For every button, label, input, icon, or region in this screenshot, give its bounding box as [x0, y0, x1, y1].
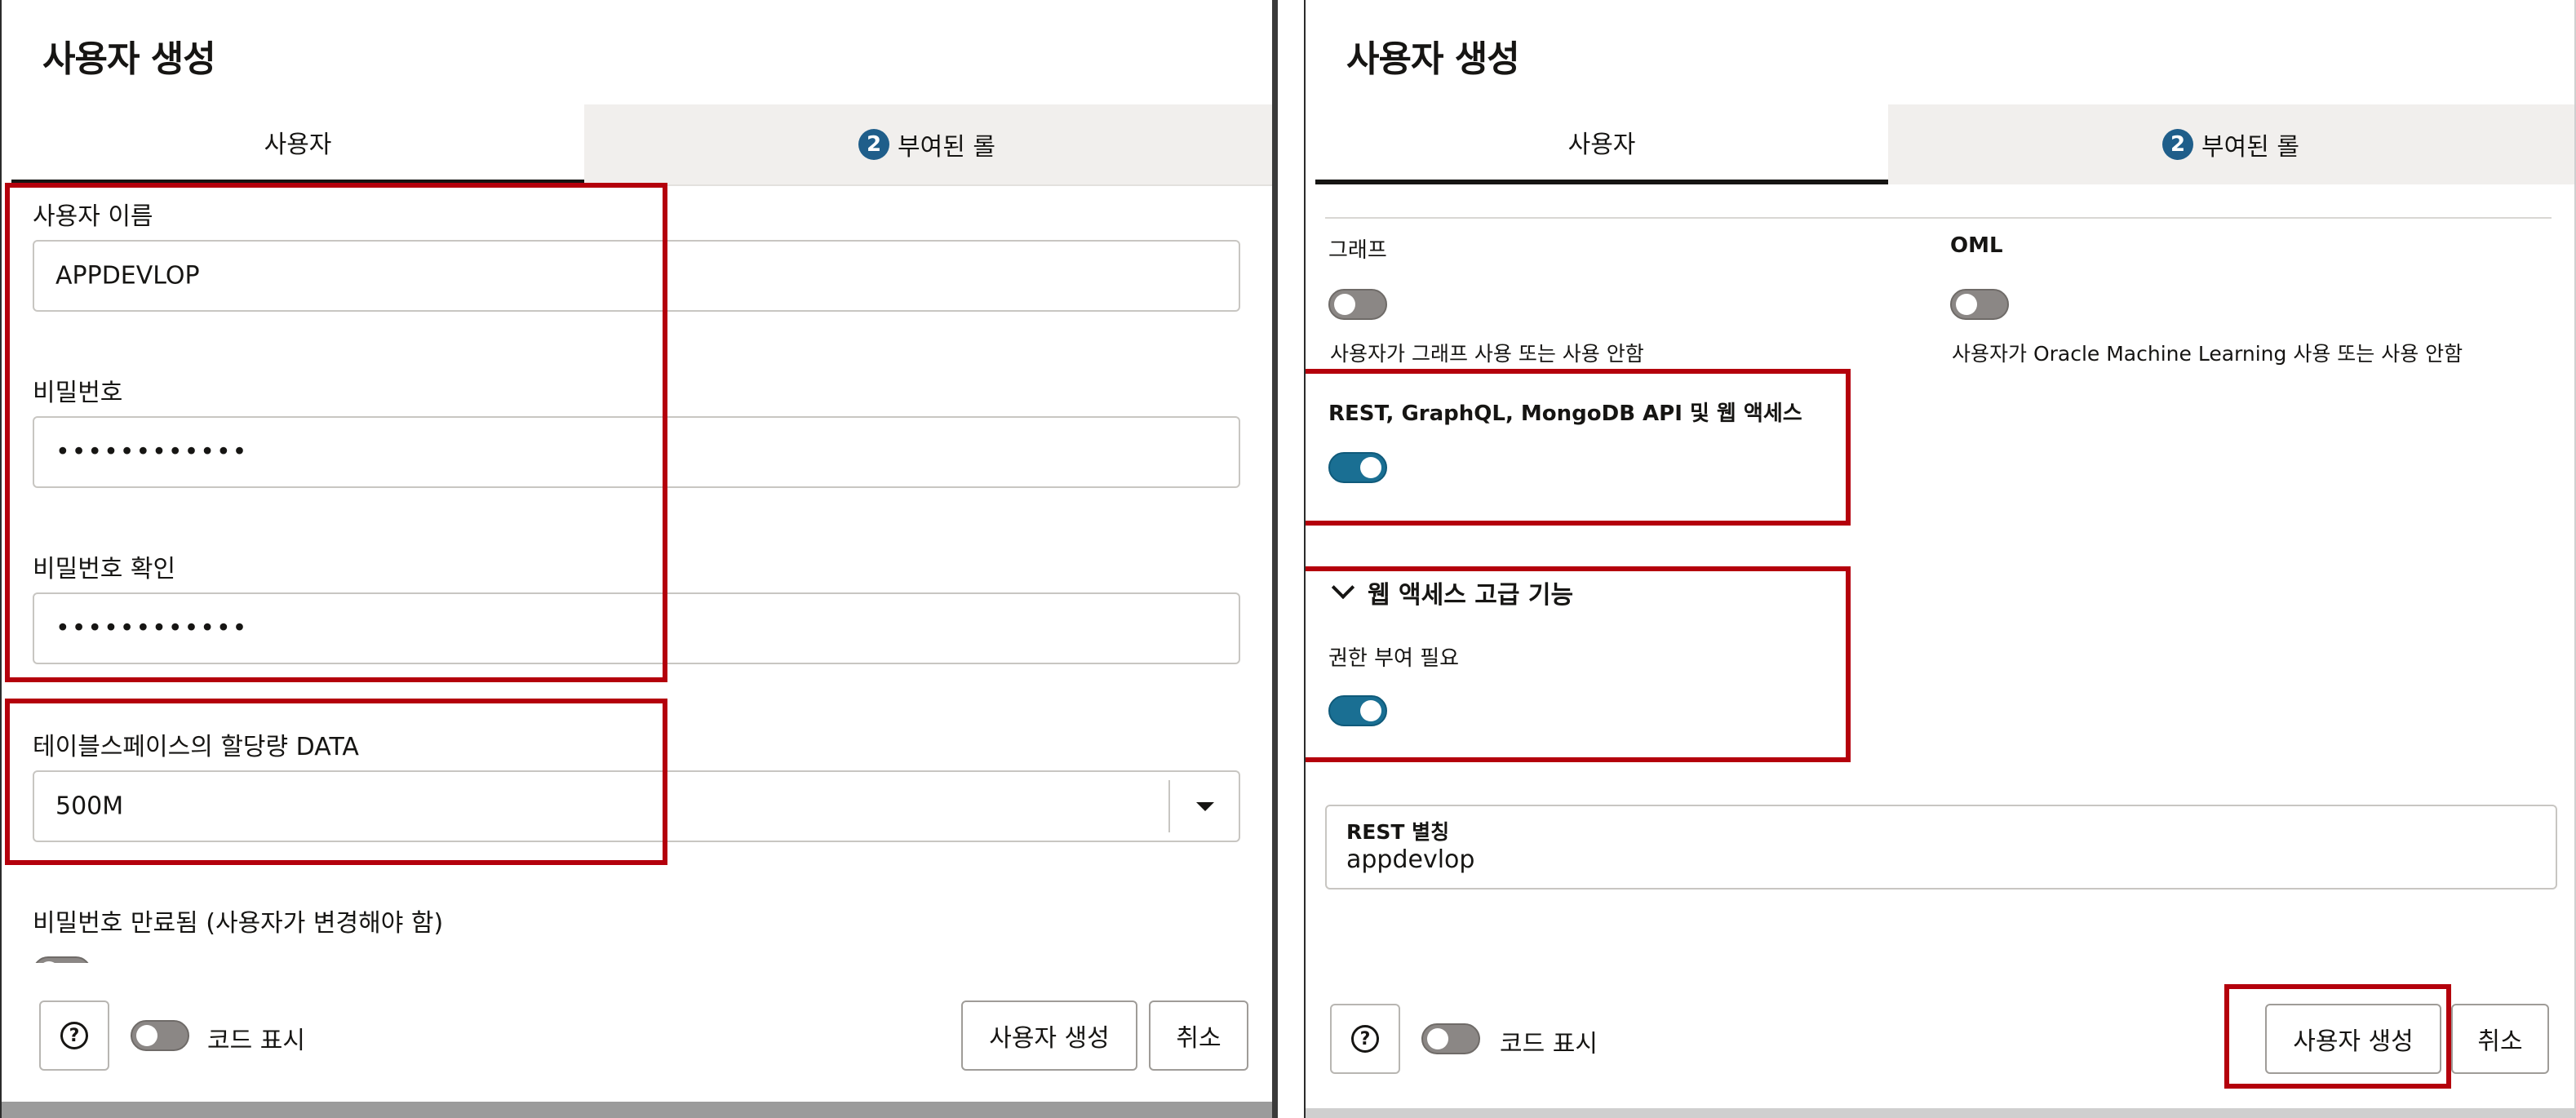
highlight-rest [1306, 369, 1851, 526]
create-user-dialog-right: 사용자 생성 사용자 2 부여된 롤 그래프 사용자가 그래프 사용 또는 사용… [1304, 0, 2576, 1118]
help-button[interactable]: ? [39, 1000, 109, 1071]
dialog-title: 사용자 생성 [1346, 38, 1520, 80]
roles-count-badge: 2 [2162, 129, 2194, 160]
section-divider [1325, 217, 2552, 219]
tab-granted-roles-label: 부여된 롤 [898, 133, 995, 162]
chevron-down-icon[interactable] [1196, 802, 1214, 811]
graph-toggle[interactable] [1328, 289, 1387, 320]
create-user-dialog-left: 사용자 생성 사용자 2 부여된 롤 사용자 이름 APPDEVLOP 비밀번호… [0, 0, 1278, 1118]
show-code-label: 코드 표시 [207, 1027, 305, 1055]
show-code-toggle[interactable] [1421, 1023, 1480, 1054]
tab-user-label: 사용자 [264, 131, 332, 159]
tab-bar: 사용자 2 부여된 롤 [11, 104, 1272, 184]
tab-granted-roles[interactable]: 2 부여된 롤 [584, 104, 1270, 184]
help-icon: ? [1351, 1025, 1379, 1053]
scrollbar-bottom [1306, 1108, 2574, 1118]
rest-alias-value: appdevlop [1346, 845, 1475, 874]
tab-granted-roles-label: 부여된 롤 [2201, 133, 2299, 162]
tab-user[interactable]: 사용자 [11, 104, 584, 184]
select-divider [1168, 780, 1170, 832]
create-user-button[interactable]: 사용자 생성 [961, 1000, 1137, 1071]
graph-desc: 사용자가 그래프 사용 또는 사용 안함 [1330, 342, 1644, 366]
roles-count-badge: 2 [858, 129, 890, 160]
password-expired-label: 비밀번호 만료됨 (사용자가 변경해야 함) [33, 909, 444, 938]
show-code-toggle[interactable] [131, 1020, 189, 1051]
graph-label: 그래프 [1328, 238, 1387, 263]
oml-label: OML [1950, 233, 2003, 258]
scrollbar-bottom [2, 1102, 1272, 1118]
oml-desc: 사용자가 Oracle Machine Learning 사용 또는 사용 안함 [1952, 342, 2463, 366]
oml-toggle[interactable] [1950, 289, 2009, 320]
help-icon: ? [60, 1022, 88, 1049]
highlight-quota [5, 699, 667, 865]
dialog-title: 사용자 생성 [42, 38, 216, 80]
dialog-footer: ? 코드 표시 사용자 생성 취소 [11, 963, 1272, 1110]
tab-granted-roles[interactable]: 2 부여된 롤 [1888, 104, 2574, 184]
tab-user[interactable]: 사용자 [1315, 104, 1888, 184]
help-button[interactable]: ? [1330, 1004, 1400, 1074]
tab-user-label: 사용자 [1567, 131, 1636, 159]
cancel-button[interactable]: 취소 [2451, 1004, 2549, 1074]
tab-bar: 사용자 2 부여된 롤 [1315, 104, 2574, 184]
cancel-button[interactable]: 취소 [1149, 1000, 1248, 1071]
rest-alias-input[interactable]: REST 별칭 appdevlop [1325, 805, 2557, 890]
show-code-label: 코드 표시 [1500, 1030, 1598, 1058]
highlight-create-button [2224, 984, 2451, 1089]
highlight-advanced [1306, 566, 1851, 762]
rest-alias-label: REST 별칭 [1346, 820, 1450, 844]
highlight-credentials [5, 183, 667, 682]
